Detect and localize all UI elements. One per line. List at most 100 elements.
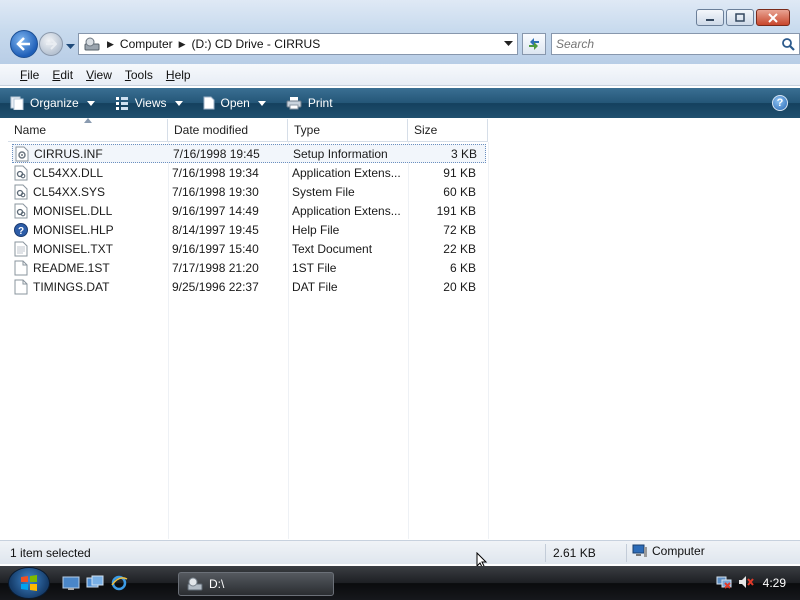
column-header-name[interactable]: Name — [8, 118, 168, 142]
file-size: 72 KB — [443, 222, 476, 237]
dll-file-icon — [14, 165, 28, 181]
file-date: 7/16/1998 19:34 — [172, 165, 259, 180]
status-divider — [545, 544, 546, 562]
file-date: 9/25/1996 22:37 — [172, 279, 259, 294]
minimize-button[interactable] — [696, 9, 724, 26]
navigation-row: ▶ Computer ▶ (D:) CD Drive - CIRRUS — [10, 30, 800, 58]
file-name-cell: MONISEL.TXT — [12, 241, 168, 257]
file-name-cell: CL54XX.SYS — [12, 184, 168, 200]
file-type: Help File — [292, 222, 340, 237]
menu-edit[interactable]: Edit — [52, 68, 73, 82]
file-name: MONISEL.HLP — [33, 222, 114, 237]
file-row[interactable]: CL54XX.SYS 7/16/1998 19:30 System File 60 K… — [12, 182, 486, 201]
windows-logo-icon — [21, 575, 37, 591]
breadcrumb-computer[interactable]: Computer — [120, 37, 173, 51]
file-type: Setup Information — [293, 146, 388, 161]
search-box[interactable] — [551, 33, 800, 55]
close-button[interactable] — [756, 9, 790, 26]
address-bar[interactable]: ▶ Computer ▶ (D:) CD Drive - CIRRUS — [78, 33, 518, 55]
file-date: 7/16/1998 19:45 — [173, 146, 260, 161]
column-header-size[interactable]: Size — [408, 119, 488, 142]
status-bar: 1 item selected 2.61 KB Computer — [0, 540, 800, 564]
volume-muted-icon[interactable] — [738, 575, 754, 589]
search-input[interactable] — [552, 34, 762, 54]
menu-file[interactable]: File — [20, 68, 39, 82]
taskbar-window-button[interactable]: D:\ — [178, 572, 334, 596]
chevron-down-icon — [66, 44, 75, 49]
menu-bar: File Edit View Tools Help — [0, 64, 800, 86]
search-icon[interactable] — [781, 37, 795, 51]
file-name: CIRRUS.INF — [34, 146, 103, 161]
clock[interactable]: 4:29 — [763, 576, 786, 590]
file-size: 22 KB — [443, 241, 476, 256]
file-row[interactable]: README.1ST 7/17/1998 21:20 1ST File 6 KB — [12, 258, 486, 277]
printer-icon — [286, 97, 302, 110]
file-row[interactable]: ? MONISEL.HLP 8/14/1997 19:45 Help File 72 K… — [12, 220, 486, 239]
file-name: MONISEL.TXT — [33, 241, 114, 256]
refresh-button[interactable] — [522, 33, 546, 55]
computer-icon — [632, 544, 647, 557]
file-rows: CIRRUS.INF 7/16/1998 19:45 Setup Informati… — [12, 144, 486, 296]
file-size: 191 KB — [436, 203, 476, 218]
text-file-icon — [14, 241, 28, 257]
open-button[interactable]: Open — [203, 96, 272, 110]
internet-explorer-icon[interactable] — [110, 575, 128, 591]
generic-file-icon — [14, 279, 28, 295]
history-dropdown[interactable] — [66, 39, 75, 53]
start-button[interactable] — [8, 567, 50, 599]
organize-button[interactable]: Organize — [10, 96, 101, 110]
column-header-date[interactable]: Date modified — [168, 119, 288, 142]
network-disconnected-icon[interactable] — [716, 575, 732, 589]
views-icon — [115, 97, 128, 110]
show-desktop-icon[interactable] — [62, 575, 80, 591]
file-name-cell: TIMINGS.DAT — [12, 279, 168, 295]
column-header-size-label: Size — [414, 123, 438, 137]
file-name-cell: CL54XX.DLL — [12, 165, 168, 181]
menu-help[interactable]: Help — [166, 68, 191, 82]
help-button[interactable]: ? — [772, 95, 788, 111]
file-type: Application Extens... — [292, 165, 401, 180]
taskbar-window-label: D:\ — [209, 577, 225, 591]
back-button[interactable] — [10, 30, 38, 58]
file-row[interactable]: MONISEL.TXT 9/16/1997 15:40 Text Document 2… — [12, 239, 486, 258]
minimize-icon — [706, 18, 714, 21]
file-name-cell: MONISEL.DLL — [12, 203, 168, 219]
command-toolbar: Organize Views Open Print ? — [0, 88, 800, 118]
generic-file-icon — [14, 260, 28, 276]
file-row[interactable]: MONISEL.DLL 9/16/1997 14:49 Application Ex… — [12, 201, 486, 220]
file-row[interactable]: TIMINGS.DAT 9/25/1996 22:37 DAT File 20 KB — [12, 277, 486, 296]
file-type: DAT File — [292, 279, 338, 294]
chevron-down-icon — [257, 100, 266, 106]
setup-file-icon — [15, 146, 29, 162]
taskbar: D:\ 4:29 — [0, 566, 800, 600]
print-label: Print — [307, 96, 333, 110]
file-name: MONISEL.DLL — [33, 203, 113, 218]
maximize-button[interactable] — [726, 9, 754, 26]
status-divider — [626, 544, 627, 562]
file-name-cell: ? MONISEL.HLP — [12, 222, 168, 238]
file-name: CL54XX.DLL — [33, 165, 104, 180]
breadcrumb-drive[interactable]: (D:) CD Drive - CIRRUS — [192, 37, 321, 51]
file-list: Name Date modified Type Size CIRRUS.INF 7… — [8, 118, 800, 539]
file-date: 8/14/1997 19:45 — [172, 222, 259, 237]
menu-view[interactable]: View — [86, 68, 112, 82]
open-label: Open — [220, 96, 250, 110]
switch-windows-icon[interactable] — [86, 575, 104, 591]
views-button[interactable]: Views — [115, 96, 189, 110]
quick-launch — [62, 575, 128, 591]
chevron-down-icon[interactable] — [504, 41, 513, 47]
column-header-row: Name Date modified Type Size — [8, 118, 488, 142]
column-header-type-label: Type — [294, 123, 321, 137]
file-row[interactable]: CIRRUS.INF 7/16/1998 19:45 Setup Informati… — [12, 144, 486, 163]
column-header-type[interactable]: Type — [288, 119, 408, 142]
chevron-down-icon — [174, 100, 183, 106]
forward-button[interactable] — [39, 32, 63, 56]
file-row[interactable]: CL54XX.DLL 7/16/1998 19:34 Application Ext… — [12, 163, 486, 182]
close-icon — [768, 12, 778, 23]
menu-tools[interactable]: Tools — [125, 68, 153, 82]
print-button[interactable]: Print — [286, 96, 333, 110]
status-location-label: Computer — [652, 544, 705, 558]
file-name: CL54XX.SYS — [33, 184, 106, 199]
column-header-date-label: Date modified — [174, 123, 249, 137]
file-size: 6 KB — [449, 260, 476, 275]
